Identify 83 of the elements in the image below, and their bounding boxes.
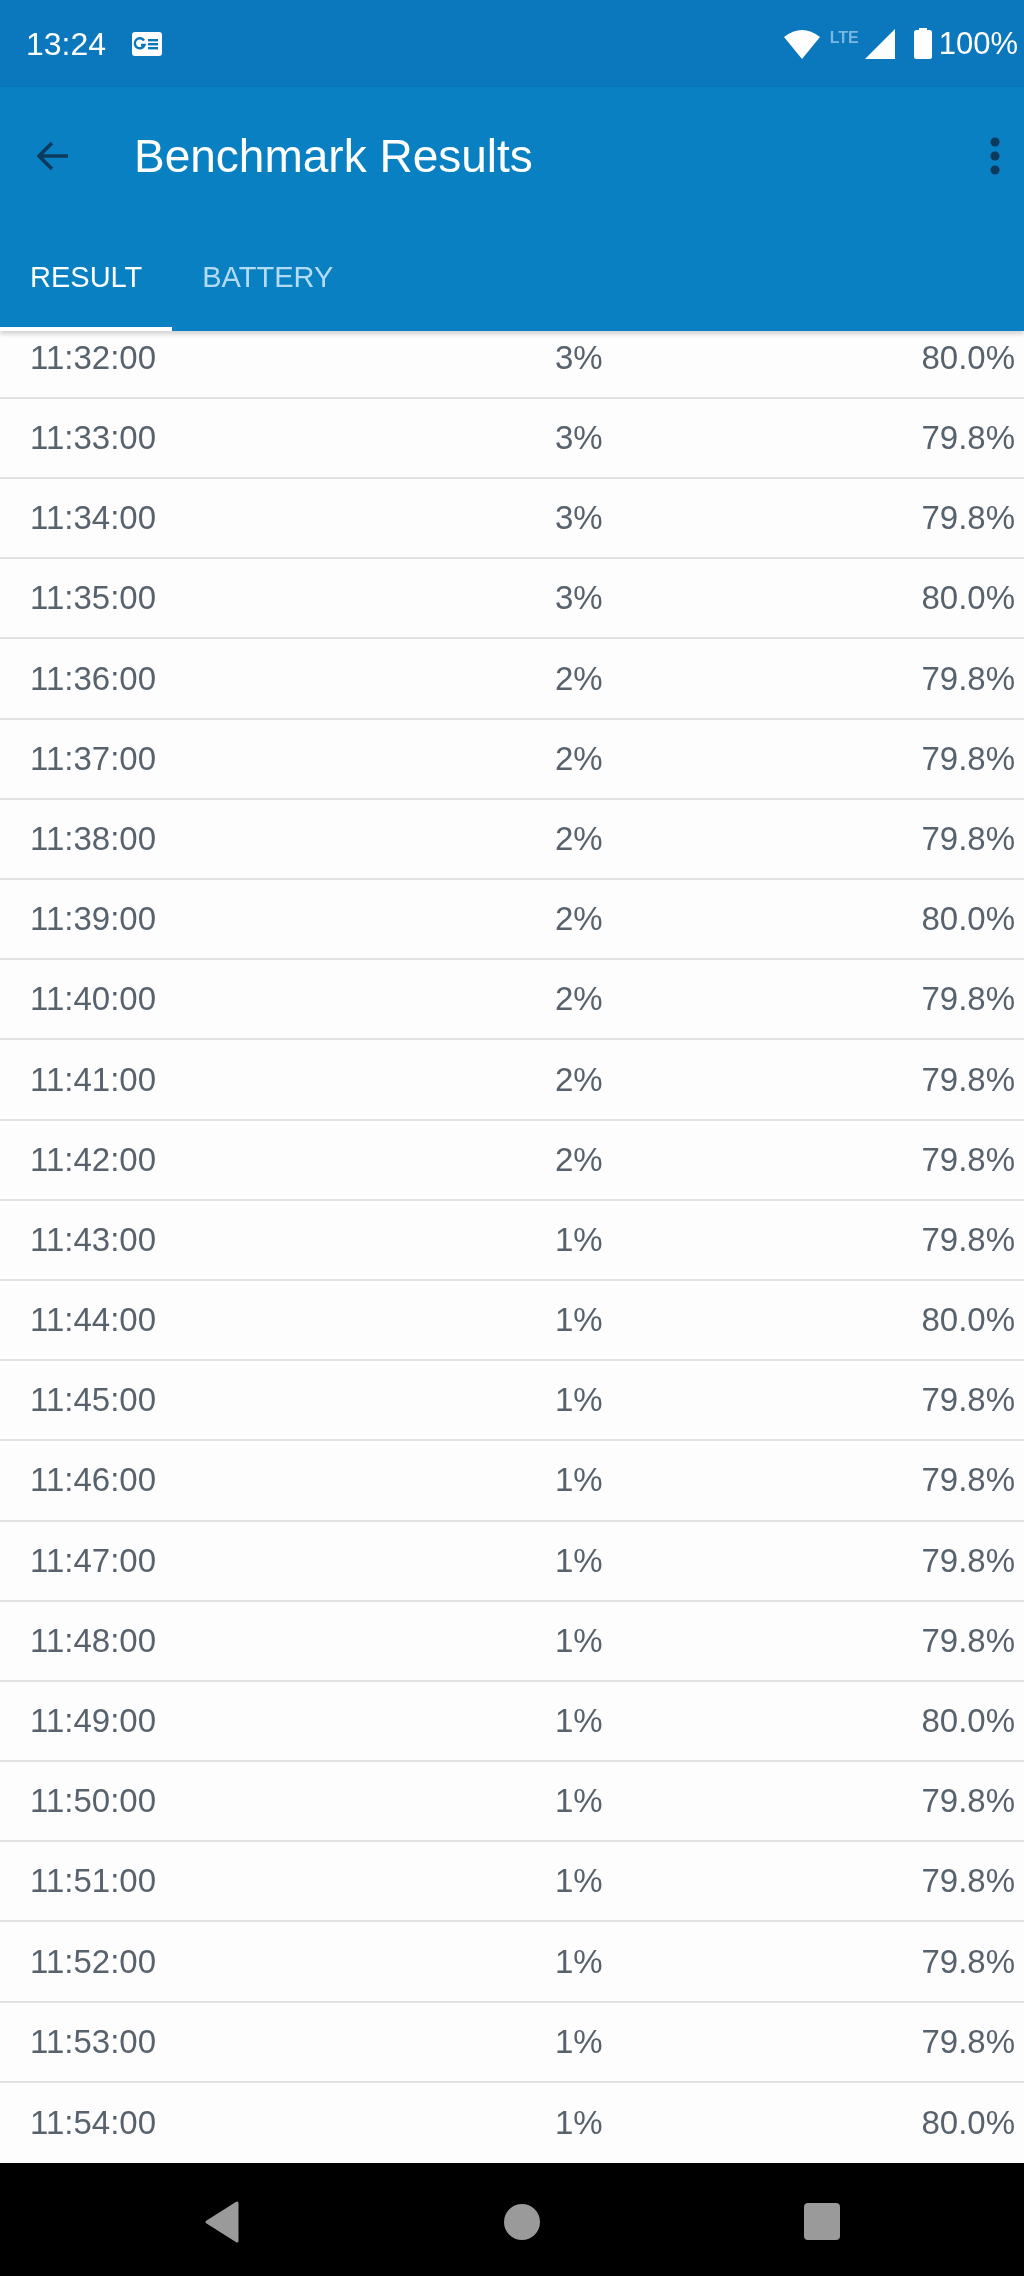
table-cell: 11:43:00 [30, 1220, 156, 1258]
table-cell: 1% [555, 1541, 603, 1579]
screen-title: Benchmark Results [134, 132, 533, 179]
home-circle-icon [504, 2203, 540, 2240]
table-cell: 1% [555, 2103, 603, 2141]
table-cell: 79.8% [921, 1461, 1015, 1499]
table-cell: 79.8% [921, 1862, 1015, 1900]
table-cell: 3% [555, 419, 603, 456]
status-time: 13:24 [26, 27, 107, 60]
table-cell: 2% [555, 739, 603, 777]
table-cell: 11:47:00 [30, 1541, 156, 1579]
back-arrow-icon [37, 140, 69, 171]
table-cell: 11:40:00 [30, 980, 156, 1018]
table-cell: 11:36:00 [30, 659, 156, 697]
table-cell: 80.0% [921, 579, 1015, 617]
table-cell: 3% [555, 499, 603, 537]
table-cell: 1% [555, 1862, 603, 1900]
table-cell: 11:50:00 [30, 1782, 156, 1820]
table-cell: 80.0% [921, 338, 1015, 376]
table-cell: 79.8% [921, 1942, 1015, 1980]
table-cell: 11:32:00 [30, 338, 156, 376]
wifi-icon [783, 28, 820, 59]
table-cell: 11:46:00 [30, 1461, 156, 1499]
table-cell: 11:48:00 [30, 1621, 156, 1659]
table-cell: 1% [555, 1461, 603, 1499]
table-cell: 79.8% [921, 819, 1015, 857]
table-cell: 11:49:00 [30, 1702, 156, 1739]
table-cell: 11:53:00 [30, 2022, 156, 2060]
table-cell: 11:39:00 [30, 900, 156, 938]
table-cell: 79.8% [921, 1621, 1015, 1659]
table-cell: 1% [555, 1942, 603, 1980]
table-cell: 1% [555, 2022, 603, 2060]
table-cell: 11:38:00 [30, 819, 156, 857]
table-cell: 11:54:00 [30, 2103, 156, 2141]
table-cell: 11:52:00 [30, 1942, 156, 1980]
table-cell: 79.8% [921, 1541, 1015, 1579]
news-icon [132, 31, 163, 56]
recents-square-icon [804, 2203, 840, 2240]
table-cell: 79.8% [921, 1381, 1015, 1419]
table-cell: 2% [555, 819, 603, 857]
table-cell: 1% [555, 1621, 603, 1659]
table-cell: 3% [555, 579, 603, 617]
table-cell: 79.8% [921, 659, 1015, 697]
table-cell: 2% [555, 659, 603, 697]
back-triangle-icon [205, 2200, 239, 2243]
table-cell: 11:45:00 [30, 1381, 156, 1419]
network-type-label: LTE [829, 30, 859, 46]
table-cell: 11:51:00 [30, 1862, 156, 1900]
table-cell: 79.8% [921, 1060, 1015, 1098]
table-cell: 1% [555, 1220, 603, 1258]
table-cell: 11:42:00 [30, 1140, 156, 1178]
table-cell: 80.0% [921, 900, 1015, 938]
table-cell: 2% [555, 980, 603, 1018]
table-cell: 79.8% [921, 2022, 1015, 2060]
signal-icon [864, 28, 895, 59]
table-cell: 1% [555, 1301, 603, 1339]
more-options-icon [990, 136, 1000, 175]
table-cell: 79.8% [921, 1140, 1015, 1178]
table-cell: 80.0% [921, 2103, 1015, 2141]
table-cell: 79.8% [921, 980, 1015, 1018]
battery-percent: 100% [938, 28, 1018, 59]
table-cell: 79.8% [921, 739, 1015, 777]
table-cell: 2% [555, 900, 603, 938]
tab[interactable]: BATTERY [172, 224, 364, 331]
table-cell: 1% [555, 1702, 603, 1739]
table-cell: 80.0% [921, 1702, 1015, 1739]
battery-icon [913, 28, 932, 59]
table-cell: 11:33:00 [30, 419, 156, 456]
table-cell: 1% [555, 1381, 603, 1419]
table-cell: 2% [555, 1140, 603, 1178]
table-cell: 11:41:00 [30, 1060, 156, 1098]
table-cell: 11:44:00 [30, 1301, 156, 1339]
table-cell: 3% [555, 338, 603, 376]
table-cell: 79.8% [921, 419, 1015, 456]
table-cell: 79.8% [921, 1782, 1015, 1820]
table-cell: 1% [555, 1782, 603, 1820]
table-cell: 2% [555, 1060, 603, 1098]
table-cell: 11:37:00 [30, 739, 156, 777]
table-cell: 11:34:00 [30, 499, 156, 537]
table-cell: 11:35:00 [30, 579, 156, 617]
table-cell: 79.8% [921, 499, 1015, 537]
table-cell: 80.0% [921, 1301, 1015, 1339]
table-cell: 79.8% [921, 1220, 1015, 1258]
